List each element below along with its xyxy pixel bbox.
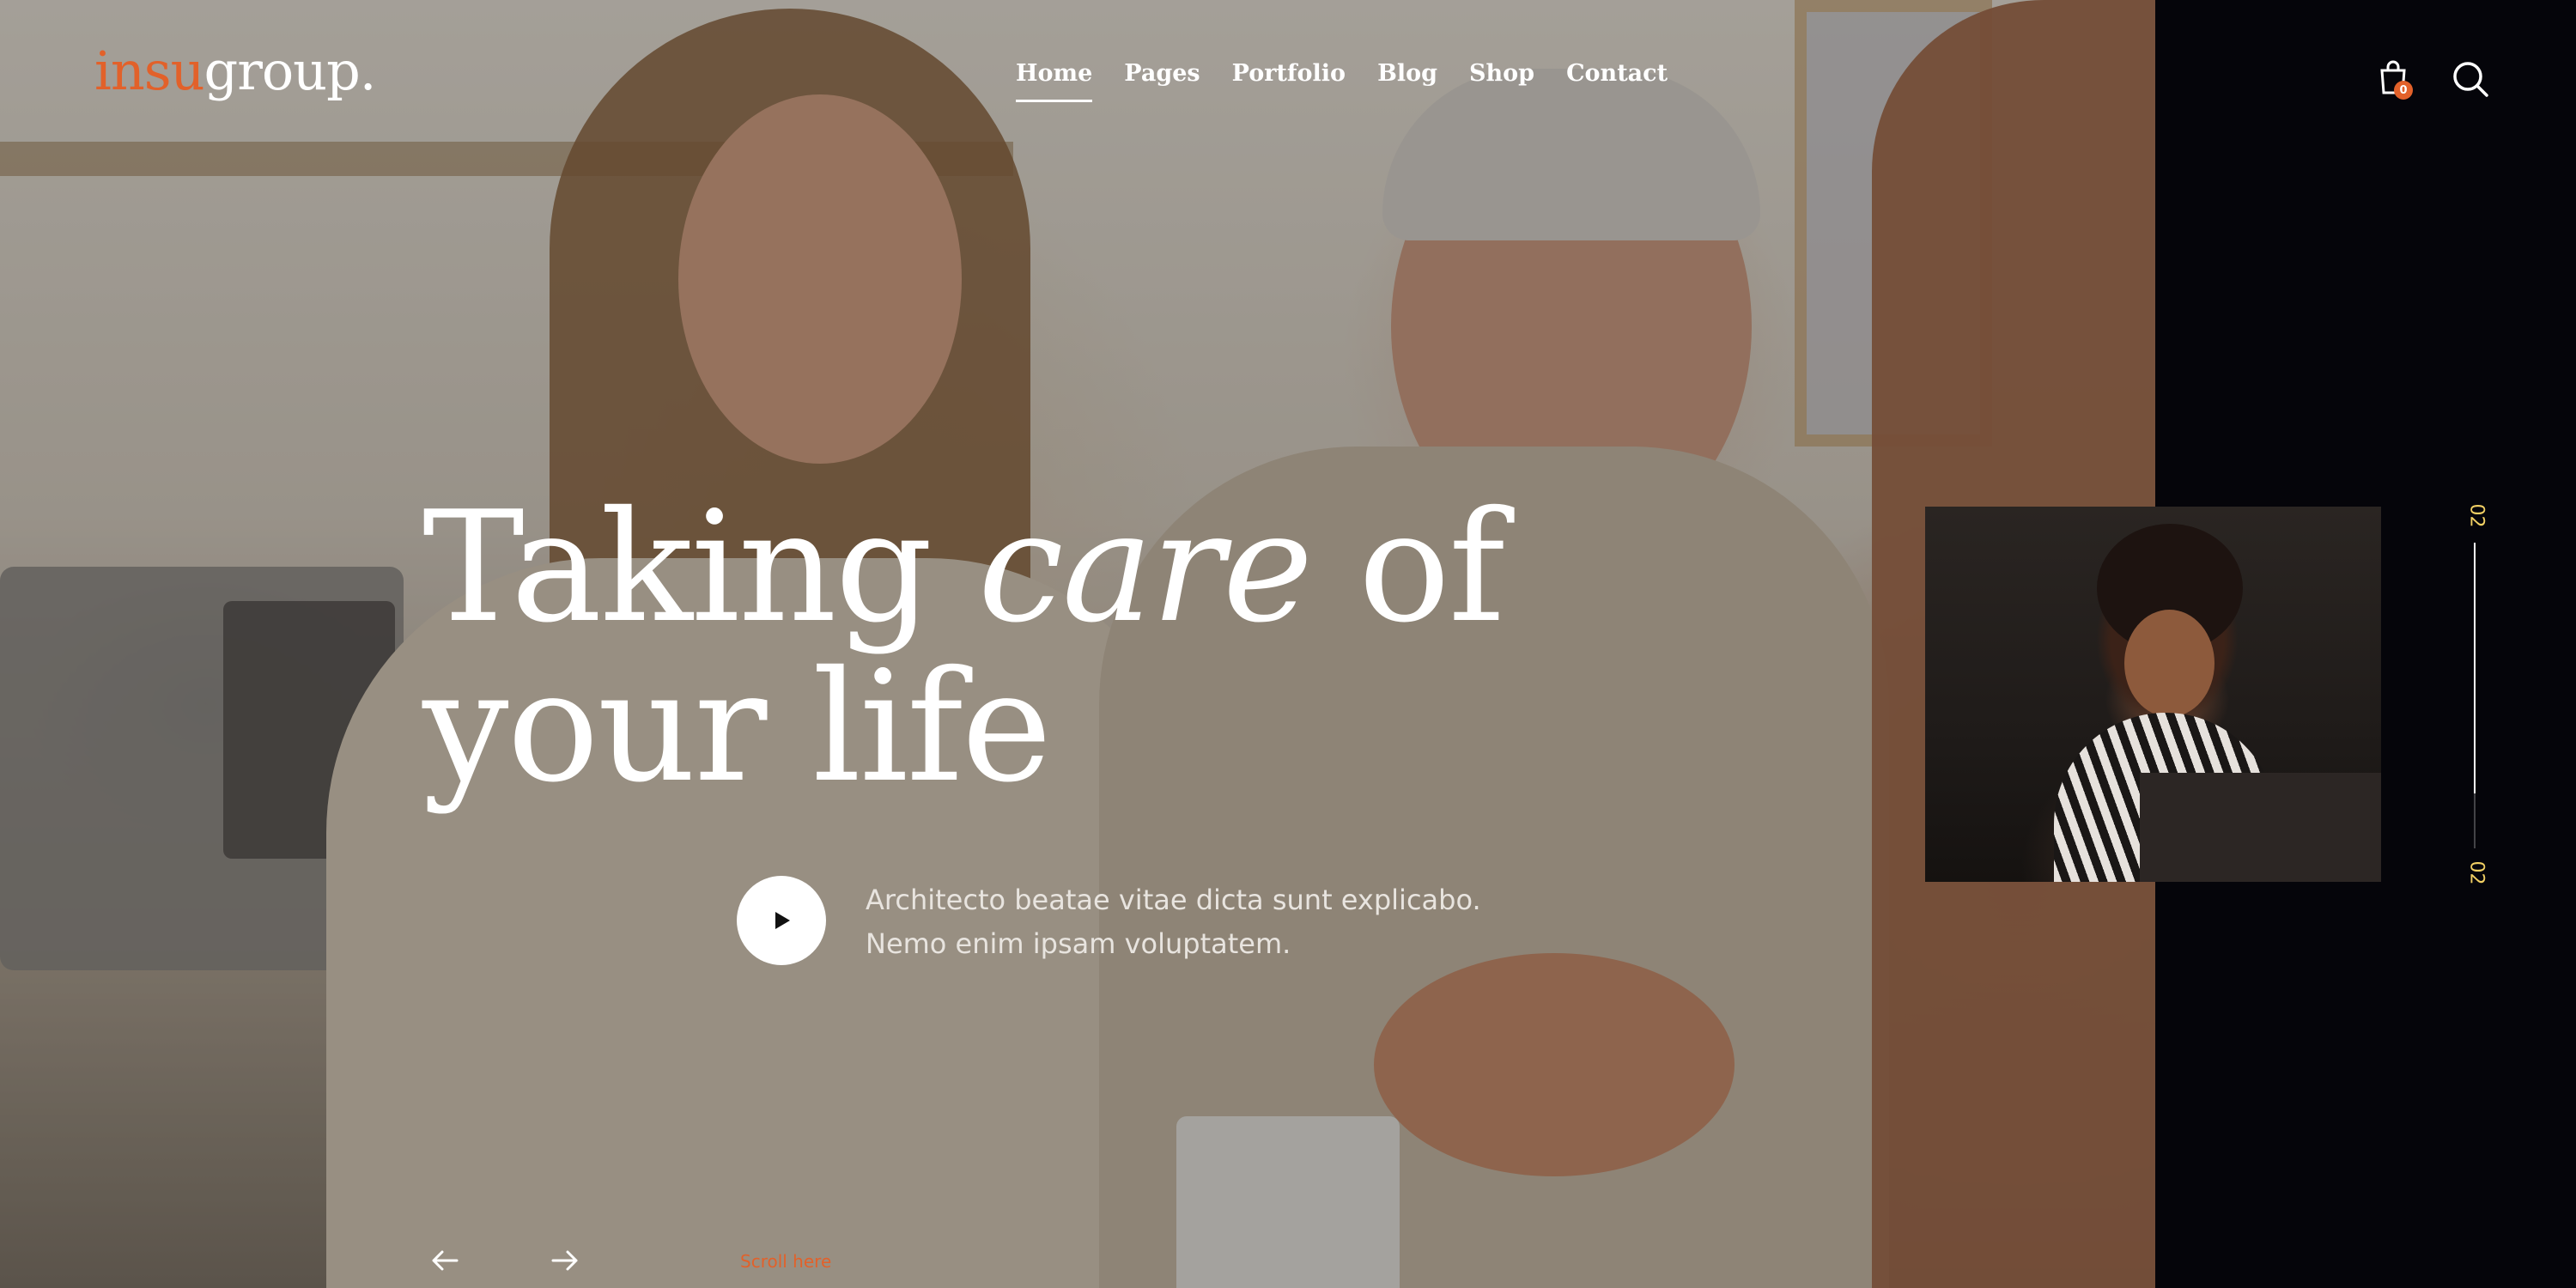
- slide-progress-track: [2474, 543, 2476, 848]
- slide-total-number: 02: [2465, 860, 2488, 885]
- nav-item-portfolio[interactable]: Portfolio: [1232, 62, 1346, 85]
- slide-current-number: 02: [2465, 503, 2488, 528]
- main-nav: Home Pages Portfolio Blog Shop Contact: [1016, 62, 1668, 102]
- slide-progress-fill: [2474, 543, 2476, 793]
- hero-title: Taking care of your life: [422, 478, 1505, 816]
- arrow-left-icon[interactable]: [429, 1245, 460, 1276]
- nav-item-pages[interactable]: Pages: [1124, 62, 1200, 85]
- play-icon: [775, 912, 790, 929]
- arrow-right-icon[interactable]: [550, 1245, 580, 1276]
- scroll-here-link[interactable]: Scroll here: [740, 1251, 831, 1272]
- nav-item-home[interactable]: Home: [1016, 62, 1093, 102]
- nav-item-blog[interactable]: Blog: [1377, 62, 1437, 85]
- nav-item-contact[interactable]: Contact: [1566, 62, 1668, 85]
- play-video-button[interactable]: [737, 876, 826, 965]
- search-icon[interactable]: [2451, 60, 2489, 98]
- next-slide-thumbnail[interactable]: [1925, 507, 2381, 882]
- brand-logo[interactable]: insugroup.: [94, 45, 376, 98]
- cart-count-badge: 0: [2394, 81, 2413, 100]
- nav-item-shop[interactable]: Shop: [1469, 62, 1534, 85]
- hero-description: Architecto beatae vitae dicta sunt expli…: [866, 884, 1481, 960]
